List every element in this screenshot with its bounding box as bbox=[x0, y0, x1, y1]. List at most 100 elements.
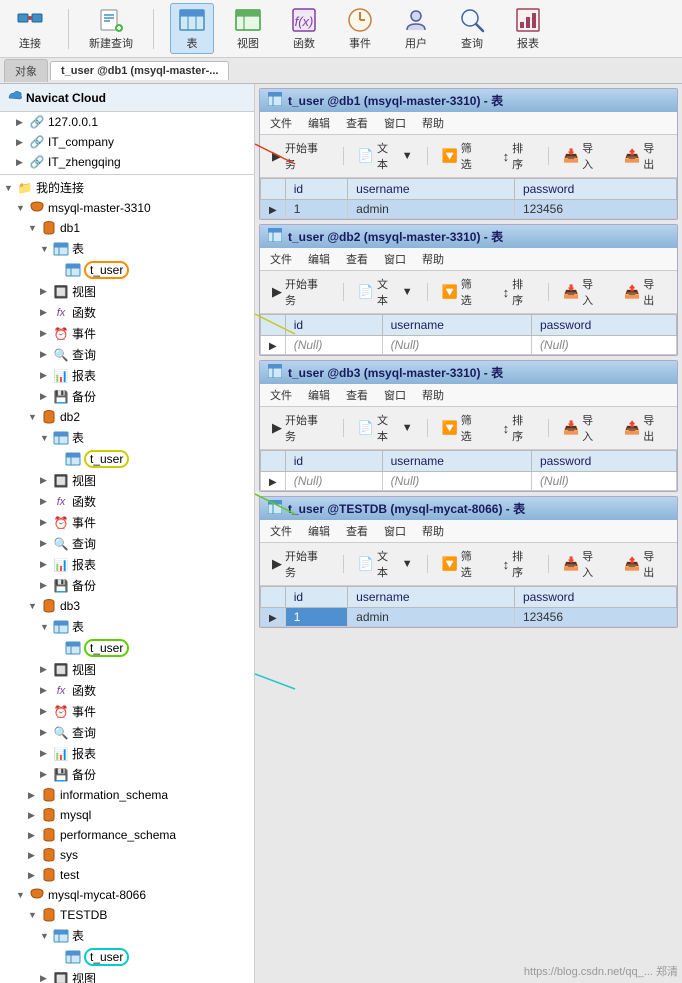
sidebar-item-db2-funcs[interactable]: ▶ fx 函数 bbox=[0, 491, 254, 512]
btn-begin-tx-testdb[interactable]: ▶ 开始事务 bbox=[266, 545, 335, 583]
btn-import-testdb[interactable]: 📥 导入 bbox=[557, 545, 610, 583]
toolbar-new-query[interactable]: 新建查询 bbox=[85, 4, 137, 53]
sidebar-item-db2-tables[interactable]: ▼ 表 bbox=[0, 427, 254, 448]
menu-window-db3[interactable]: 窗口 bbox=[382, 386, 408, 404]
btn-text-db3[interactable]: 📄 文本 ▼ bbox=[352, 409, 419, 447]
cell-username-db2-1[interactable]: (Null) bbox=[382, 336, 531, 355]
menu-window-db2[interactable]: 窗口 bbox=[382, 250, 408, 268]
btn-filter-db1[interactable]: 🔽 筛选 bbox=[436, 137, 489, 175]
btn-import-db1[interactable]: 📥 导入 bbox=[557, 137, 610, 175]
menu-help-db2[interactable]: 帮助 bbox=[420, 250, 446, 268]
table-row[interactable]: ▶ 1 admin 123456 bbox=[261, 200, 677, 219]
btn-text-testdb[interactable]: 📄 文本 ▼ bbox=[352, 545, 419, 583]
sidebar-item-db1-events[interactable]: ▶ ⏰ 事件 bbox=[0, 323, 254, 344]
menu-edit-testdb[interactable]: 编辑 bbox=[306, 522, 332, 540]
btn-export-db2[interactable]: 📤 导出 bbox=[618, 273, 671, 311]
btn-filter-db2[interactable]: 🔽 筛选 bbox=[436, 273, 489, 311]
sidebar-item-db3-tables[interactable]: ▼ 表 bbox=[0, 616, 254, 637]
sidebar-item-db2-backup[interactable]: ▶ 💾 备份 bbox=[0, 575, 254, 596]
sidebar-item-mysql-db[interactable]: ▶ mysql bbox=[0, 805, 254, 825]
cell-id-db1-1[interactable]: 1 bbox=[285, 200, 347, 219]
sidebar-item-db1-backup[interactable]: ▶ 💾 备份 bbox=[0, 386, 254, 407]
menu-window-testdb[interactable]: 窗口 bbox=[382, 522, 408, 540]
menu-file-testdb[interactable]: 文件 bbox=[268, 522, 294, 540]
btn-export-db3[interactable]: 📤 导出 bbox=[618, 409, 671, 447]
sidebar-item-sys[interactable]: ▶ sys bbox=[0, 845, 254, 865]
menu-view-testdb[interactable]: 查看 bbox=[344, 522, 370, 540]
cell-username-db3-1[interactable]: (Null) bbox=[382, 472, 531, 491]
sidebar-item-mysql-mycat[interactable]: ▼ mysql-mycat-8066 bbox=[0, 885, 254, 905]
sidebar-item-mysql-master[interactable]: ▼ msyql-master-3310 bbox=[0, 198, 254, 218]
cell-id-db3-1[interactable]: (Null) bbox=[285, 472, 382, 491]
sidebar-item-db2[interactable]: ▼ db2 bbox=[0, 407, 254, 427]
btn-sort-testdb[interactable]: ↕ 排序 bbox=[497, 545, 540, 583]
btn-export-db1[interactable]: 📤 导出 bbox=[618, 137, 671, 175]
cell-password-db2-1[interactable]: (Null) bbox=[531, 336, 676, 355]
menu-edit-db3[interactable]: 编辑 bbox=[306, 386, 332, 404]
sidebar-item-db2-views[interactable]: ▶ 🔲 视图 bbox=[0, 470, 254, 491]
menu-view-db3[interactable]: 查看 bbox=[344, 386, 370, 404]
sidebar-item-db1-views[interactable]: ▶ 🔲 视图 bbox=[0, 281, 254, 302]
btn-filter-db3[interactable]: 🔽 筛选 bbox=[436, 409, 489, 447]
toolbar-user[interactable]: 用户 bbox=[394, 4, 438, 53]
sidebar-item-perf-schema[interactable]: ▶ performance_schema bbox=[0, 825, 254, 845]
sidebar-item-db3-reports[interactable]: ▶ 📊 报表 bbox=[0, 743, 254, 764]
menu-view-db2[interactable]: 查看 bbox=[344, 250, 370, 268]
sidebar-item-db1-queries[interactable]: ▶ 🔍 查询 bbox=[0, 344, 254, 365]
sidebar-item-testdb-views[interactable]: ▶ 🔲 视图 bbox=[0, 968, 254, 983]
sidebar-item-db1-t-user[interactable]: t_user bbox=[0, 259, 254, 281]
sidebar-item-db1-tables[interactable]: ▼ 表 bbox=[0, 238, 254, 259]
sidebar-item-it-company[interactable]: ▶ 🔗 IT_company bbox=[0, 132, 254, 152]
btn-text-db2[interactable]: 📄 文本 ▼ bbox=[352, 273, 419, 311]
cell-password-testdb-1[interactable]: 123456 bbox=[514, 608, 676, 627]
sidebar-item-testdb[interactable]: ▼ TESTDB bbox=[0, 905, 254, 925]
menu-file-db1[interactable]: 文件 bbox=[268, 114, 294, 132]
table-row[interactable]: ▶ (Null) (Null) (Null) bbox=[261, 472, 677, 491]
btn-text-db1[interactable]: 📄 文本 ▼ bbox=[352, 137, 419, 175]
btn-begin-tx-db1[interactable]: ▶ 开始事务 bbox=[266, 137, 335, 175]
cell-id-db2-1[interactable]: (Null) bbox=[285, 336, 382, 355]
tab-object[interactable]: 对象 bbox=[4, 59, 48, 82]
menu-view-db1[interactable]: 查看 bbox=[344, 114, 370, 132]
btn-sort-db3[interactable]: ↕ 排序 bbox=[497, 409, 540, 447]
btn-sort-db2[interactable]: ↕ 排序 bbox=[497, 273, 540, 311]
sidebar-item-db2-t-user[interactable]: t_user bbox=[0, 448, 254, 470]
menu-edit-db1[interactable]: 编辑 bbox=[306, 114, 332, 132]
sidebar-item-db3[interactable]: ▼ db3 bbox=[0, 596, 254, 616]
sidebar-item-db1[interactable]: ▼ db1 bbox=[0, 218, 254, 238]
sidebar-item-db3-events[interactable]: ▶ ⏰ 事件 bbox=[0, 701, 254, 722]
sidebar-item-testdb-tables[interactable]: ▼ 表 bbox=[0, 925, 254, 946]
btn-begin-tx-db2[interactable]: ▶ 开始事务 bbox=[266, 273, 335, 311]
sidebar-item-db3-t-user[interactable]: t_user bbox=[0, 637, 254, 659]
sidebar-item-db3-queries[interactable]: ▶ 🔍 查询 bbox=[0, 722, 254, 743]
cell-password-db3-1[interactable]: (Null) bbox=[531, 472, 676, 491]
sidebar-item-test[interactable]: ▶ test bbox=[0, 865, 254, 885]
cell-username-testdb-1[interactable]: admin bbox=[348, 608, 515, 627]
cell-username-db1-1[interactable]: admin bbox=[348, 200, 515, 219]
sidebar-item-db3-backup[interactable]: ▶ 💾 备份 bbox=[0, 764, 254, 785]
menu-file-db3[interactable]: 文件 bbox=[268, 386, 294, 404]
btn-filter-testdb[interactable]: 🔽 筛选 bbox=[436, 545, 489, 583]
sidebar-item-my-conn[interactable]: ▼ 📁 我的连接 bbox=[0, 177, 254, 198]
toolbar-view[interactable]: 视图 bbox=[226, 4, 270, 53]
sidebar-item-db1-reports[interactable]: ▶ 📊 报表 bbox=[0, 365, 254, 386]
sidebar-item-it-zq[interactable]: ▶ 🔗 IT_zhengqing bbox=[0, 152, 254, 172]
sidebar-item-info-schema[interactable]: ▶ information_schema bbox=[0, 785, 254, 805]
cell-id-testdb-1[interactable]: 1 bbox=[285, 608, 347, 627]
menu-help-testdb[interactable]: 帮助 bbox=[420, 522, 446, 540]
sidebar-item-db2-queries[interactable]: ▶ 🔍 查询 bbox=[0, 533, 254, 554]
sidebar-item-testdb-t-user[interactable]: t_user bbox=[0, 946, 254, 968]
btn-begin-tx-db3[interactable]: ▶ 开始事务 bbox=[266, 409, 335, 447]
sidebar-item-127[interactable]: ▶ 🔗 127.0.0.1 bbox=[0, 112, 254, 132]
menu-help-db3[interactable]: 帮助 bbox=[420, 386, 446, 404]
menu-edit-db2[interactable]: 编辑 bbox=[306, 250, 332, 268]
menu-file-db2[interactable]: 文件 bbox=[268, 250, 294, 268]
btn-sort-db1[interactable]: ↕ 排序 bbox=[497, 137, 540, 175]
btn-import-db3[interactable]: 📥 导入 bbox=[557, 409, 610, 447]
table-row[interactable]: ▶ 1 admin 123456 bbox=[261, 608, 677, 627]
toolbar-function[interactable]: f(x) 函数 bbox=[282, 4, 326, 53]
sidebar-item-db2-reports[interactable]: ▶ 📊 报表 bbox=[0, 554, 254, 575]
toolbar-event[interactable]: 事件 bbox=[338, 4, 382, 53]
tab-t-user-db1[interactable]: t_user @db1 (msyql-master-... bbox=[50, 61, 229, 80]
sidebar-item-db2-events[interactable]: ▶ ⏰ 事件 bbox=[0, 512, 254, 533]
